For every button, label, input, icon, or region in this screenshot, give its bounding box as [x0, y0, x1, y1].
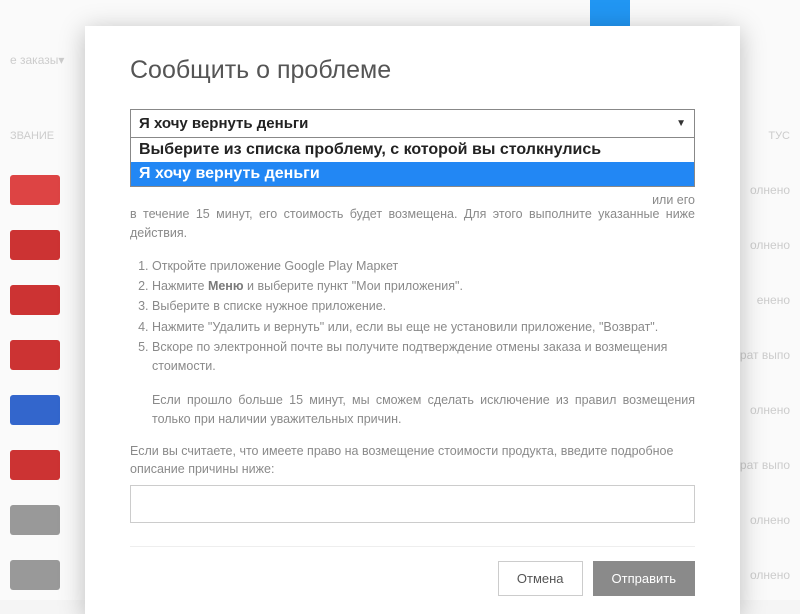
select-option[interactable]: Я хочу вернуть деньги: [131, 162, 694, 186]
chevron-down-icon: ▼: [676, 118, 686, 129]
instruction-step: Откройте приложение Google Play Маркет: [152, 257, 695, 276]
problem-select[interactable]: Я хочу вернуть деньги ▼ Выберите из спис…: [130, 109, 695, 187]
instruction-step: Нажмите Меню и выберите пункт "Мои прило…: [152, 277, 695, 296]
modal-footer: Отмена Отправить: [130, 546, 695, 596]
instruction-step: Нажмите "Удалить и вернуть" или, если вы…: [152, 318, 695, 337]
select-dropdown: Выберите из списка проблему, с которой в…: [130, 138, 695, 187]
extra-note: Если прошло больше 15 минут, мы сможем с…: [152, 391, 695, 430]
describe-label: Если вы считаете, что имеете право на во…: [130, 442, 695, 480]
select-option[interactable]: Выберите из списка проблему, с которой в…: [131, 138, 694, 162]
submit-button[interactable]: Отправить: [593, 561, 695, 596]
instructions-list: Откройте приложение Google Play Маркет Н…: [130, 257, 695, 377]
select-value: Я хочу вернуть деньги: [139, 115, 308, 132]
instruction-step: Вскоре по электронной почте вы получите …: [152, 338, 695, 377]
modal-title: Сообщить о проблеме: [130, 56, 695, 85]
refund-note: в течение 15 минут, его стоимость будет …: [130, 205, 695, 243]
cancel-button[interactable]: Отмена: [498, 561, 583, 596]
instruction-step: Выберите в списке нужное приложение.: [152, 297, 695, 316]
report-problem-modal: Сообщить о проблеме Я хочу вернуть деньг…: [85, 26, 740, 614]
select-box[interactable]: Я хочу вернуть деньги ▼: [130, 109, 695, 138]
reason-textarea[interactable]: [130, 485, 695, 523]
